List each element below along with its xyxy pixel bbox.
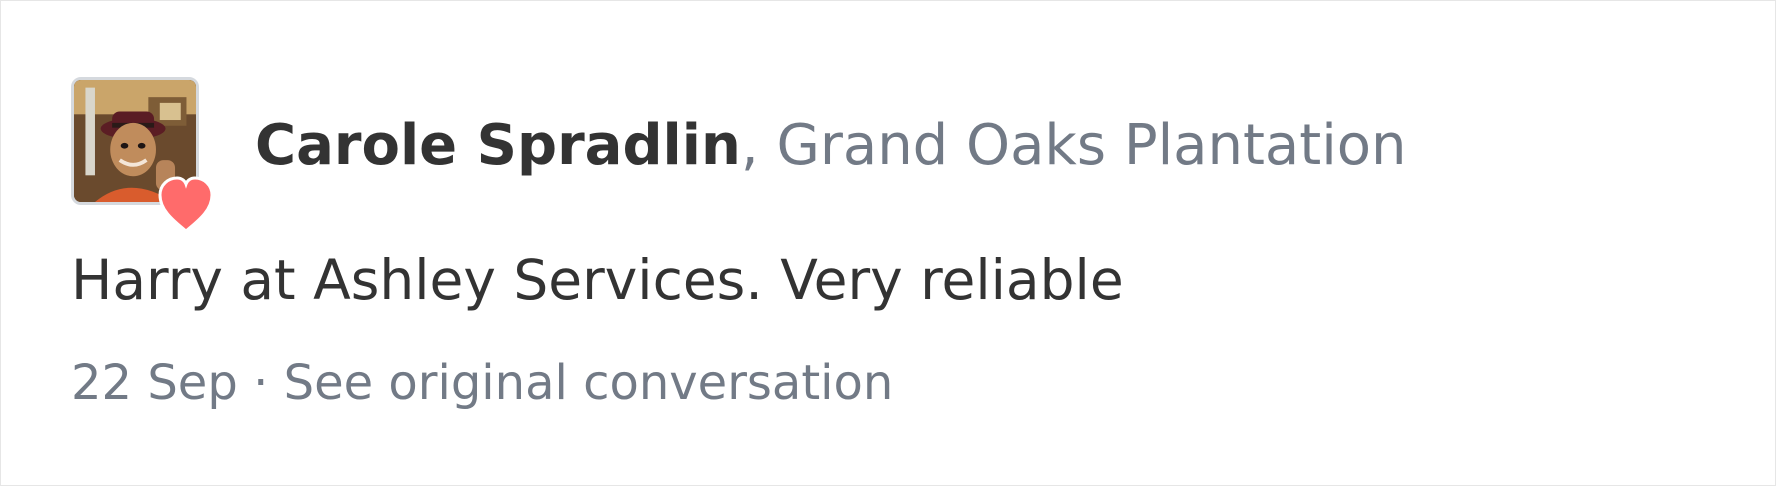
post-meta: 22 Sep · See original conversation bbox=[71, 353, 893, 413]
post-message: Harry at Ashley Services. Very reliable bbox=[71, 248, 1124, 312]
recommendation-card: Carole Spradlin, Grand Oaks Plantation H… bbox=[0, 0, 1776, 486]
meta-separator: · bbox=[253, 355, 269, 411]
heart-icon bbox=[158, 176, 214, 233]
author-separator: , bbox=[740, 113, 759, 178]
author-community[interactable]: Grand Oaks Plantation bbox=[776, 113, 1406, 178]
author-avatar-group[interactable] bbox=[71, 77, 214, 233]
post-header: Carole Spradlin, Grand Oaks Plantation bbox=[71, 71, 1407, 233]
post-date: 22 Sep bbox=[71, 355, 238, 411]
heart-badge bbox=[155, 175, 217, 235]
see-original-conversation-link[interactable]: See original conversation bbox=[284, 355, 894, 411]
author-line: Carole Spradlin, Grand Oaks Plantation bbox=[255, 114, 1407, 178]
author-name[interactable]: Carole Spradlin bbox=[255, 113, 741, 178]
